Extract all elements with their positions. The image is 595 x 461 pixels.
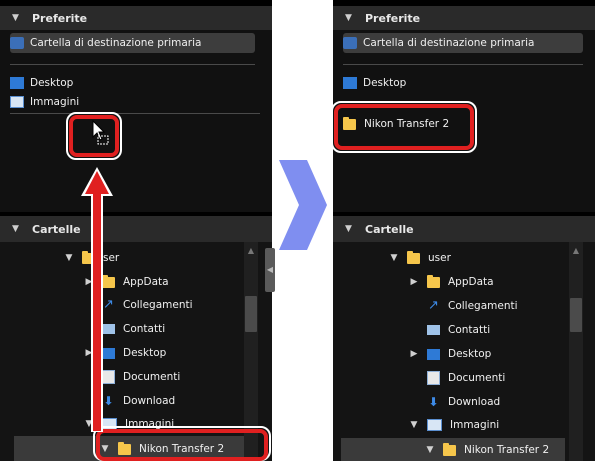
- fav-item-label: Immagini: [30, 96, 80, 108]
- destination-highlight-box: [334, 104, 474, 150]
- collapse-triangle-icon[interactable]: ▼: [389, 253, 399, 263]
- tree-label: Contatti: [448, 324, 491, 336]
- collapse-triangle-icon[interactable]: ▼: [425, 445, 435, 455]
- desktop-icon: [343, 77, 357, 89]
- tree-label: Download: [448, 396, 501, 408]
- favorites-title: Preferite: [32, 11, 88, 25]
- fav-item-immagini[interactable]: Immagini: [10, 92, 79, 112]
- tree-label: Nikon Transfer 2: [464, 444, 550, 456]
- expand-triangle-icon[interactable]: ▶: [409, 349, 419, 359]
- primary-destination-label: Cartella di destinazione primaria: [30, 37, 202, 49]
- folders-header[interactable]: ▼ Cartelle: [0, 216, 272, 242]
- tree-label: Documenti: [448, 372, 506, 384]
- scroll-thumb[interactable]: [245, 296, 257, 332]
- folder-icon: [443, 442, 456, 456]
- folders-title: Cartelle: [32, 222, 81, 236]
- right-panel-after: ▼ Preferite Cartella di destinazione pri…: [333, 0, 595, 461]
- folder-icon: [407, 250, 420, 264]
- document-icon: [427, 371, 440, 385]
- collapse-triangle-icon[interactable]: ▼: [64, 253, 74, 263]
- collapse-triangle-icon[interactable]: ▼: [409, 420, 419, 430]
- tree-label: Desktop: [448, 348, 492, 360]
- folders-title: Cartelle: [365, 222, 414, 236]
- cursor-highlight-box: [69, 115, 119, 157]
- tree-label: Desktop: [123, 347, 167, 359]
- scroll-thumb[interactable]: [570, 298, 582, 332]
- desktop-icon: [427, 348, 440, 360]
- favorites-header[interactable]: ▼ Preferite: [333, 6, 595, 30]
- panel-splitter-handle[interactable]: ◀: [265, 248, 275, 292]
- favorites-area: [0, 30, 272, 212]
- destination-folder-icon: [343, 37, 357, 49]
- source-highlight-box: [96, 429, 268, 461]
- collapse-left-icon[interactable]: ◀: [265, 248, 275, 292]
- tree-row-nikon-transfer[interactable]: ▼ Nikon Transfer 2: [425, 439, 549, 461]
- tree-label: Immagini: [450, 419, 500, 431]
- tree-scrollbar[interactable]: ▲: [569, 242, 583, 461]
- primary-destination-label: Cartella di destinazione primaria: [363, 37, 535, 49]
- tree-label: user: [428, 252, 451, 264]
- primary-destination-item[interactable]: Cartella di destinazione primaria: [10, 33, 255, 53]
- transition-arrow-icon: [279, 160, 329, 250]
- tree-row-appdata[interactable]: ▶ AppData: [409, 271, 494, 293]
- desktop-icon: [10, 77, 24, 89]
- tree-row-collegamenti[interactable]: ↗ Collegamenti: [102, 294, 193, 316]
- tree-label: AppData: [123, 276, 169, 288]
- fav-item-desktop[interactable]: Desktop: [343, 73, 406, 93]
- favorites-divider: [10, 64, 255, 65]
- tree-row-desktop[interactable]: ▶ Desktop: [409, 343, 492, 365]
- tree-label: Collegamenti: [448, 300, 518, 312]
- tree-label: AppData: [448, 276, 494, 288]
- images-icon: [427, 419, 442, 431]
- folder-icon: [427, 274, 440, 288]
- favorites-divider: [343, 64, 583, 65]
- scroll-up-icon[interactable]: ▲: [569, 244, 583, 258]
- tree-row-immagini[interactable]: ▼ Immagini: [409, 414, 499, 436]
- tree-row-documenti[interactable]: Documenti: [427, 367, 505, 389]
- download-arrow-icon: ⬇: [428, 395, 439, 409]
- collapse-triangle-icon[interactable]: ▼: [345, 224, 355, 234]
- fav-item-label: Desktop: [30, 77, 74, 89]
- collapse-triangle-icon[interactable]: ▼: [12, 13, 22, 23]
- favorites-header[interactable]: ▼ Preferite: [0, 6, 272, 30]
- folders-header[interactable]: ▼ Cartelle: [333, 216, 595, 242]
- expand-triangle-icon[interactable]: ▶: [409, 277, 419, 287]
- contacts-card-icon: [427, 325, 440, 335]
- tree-label: Collegamenti: [123, 299, 193, 311]
- tree-row-collegamenti[interactable]: ↗ Collegamenti: [427, 295, 518, 317]
- tree-row-contatti[interactable]: Contatti: [427, 319, 490, 341]
- destination-folder-icon: [10, 37, 24, 49]
- favorites-title: Preferite: [365, 11, 421, 25]
- primary-destination-item[interactable]: Cartella di destinazione primaria: [343, 33, 583, 53]
- shortcut-arrow-icon: ↗: [428, 298, 439, 313]
- fav-item-label: Desktop: [363, 77, 407, 89]
- tree-row-user[interactable]: ▼ user: [389, 247, 451, 269]
- tree-label: Download: [123, 395, 176, 407]
- tree-label: Contatti: [123, 323, 166, 335]
- collapse-triangle-icon[interactable]: ▼: [12, 224, 22, 234]
- drag-direction-arrow: [80, 166, 114, 436]
- tree-row-download[interactable]: ⬇ Download: [427, 391, 500, 413]
- tree-label: Documenti: [123, 371, 181, 383]
- collapse-triangle-icon[interactable]: ▼: [345, 13, 355, 23]
- images-icon: [10, 96, 24, 108]
- left-panel-before: ▼ Preferite Cartella di destinazione pri…: [0, 0, 272, 461]
- favorites-bottom-line: [10, 113, 260, 114]
- fav-item-desktop[interactable]: Desktop: [10, 73, 73, 93]
- scroll-up-icon[interactable]: ▲: [244, 244, 258, 258]
